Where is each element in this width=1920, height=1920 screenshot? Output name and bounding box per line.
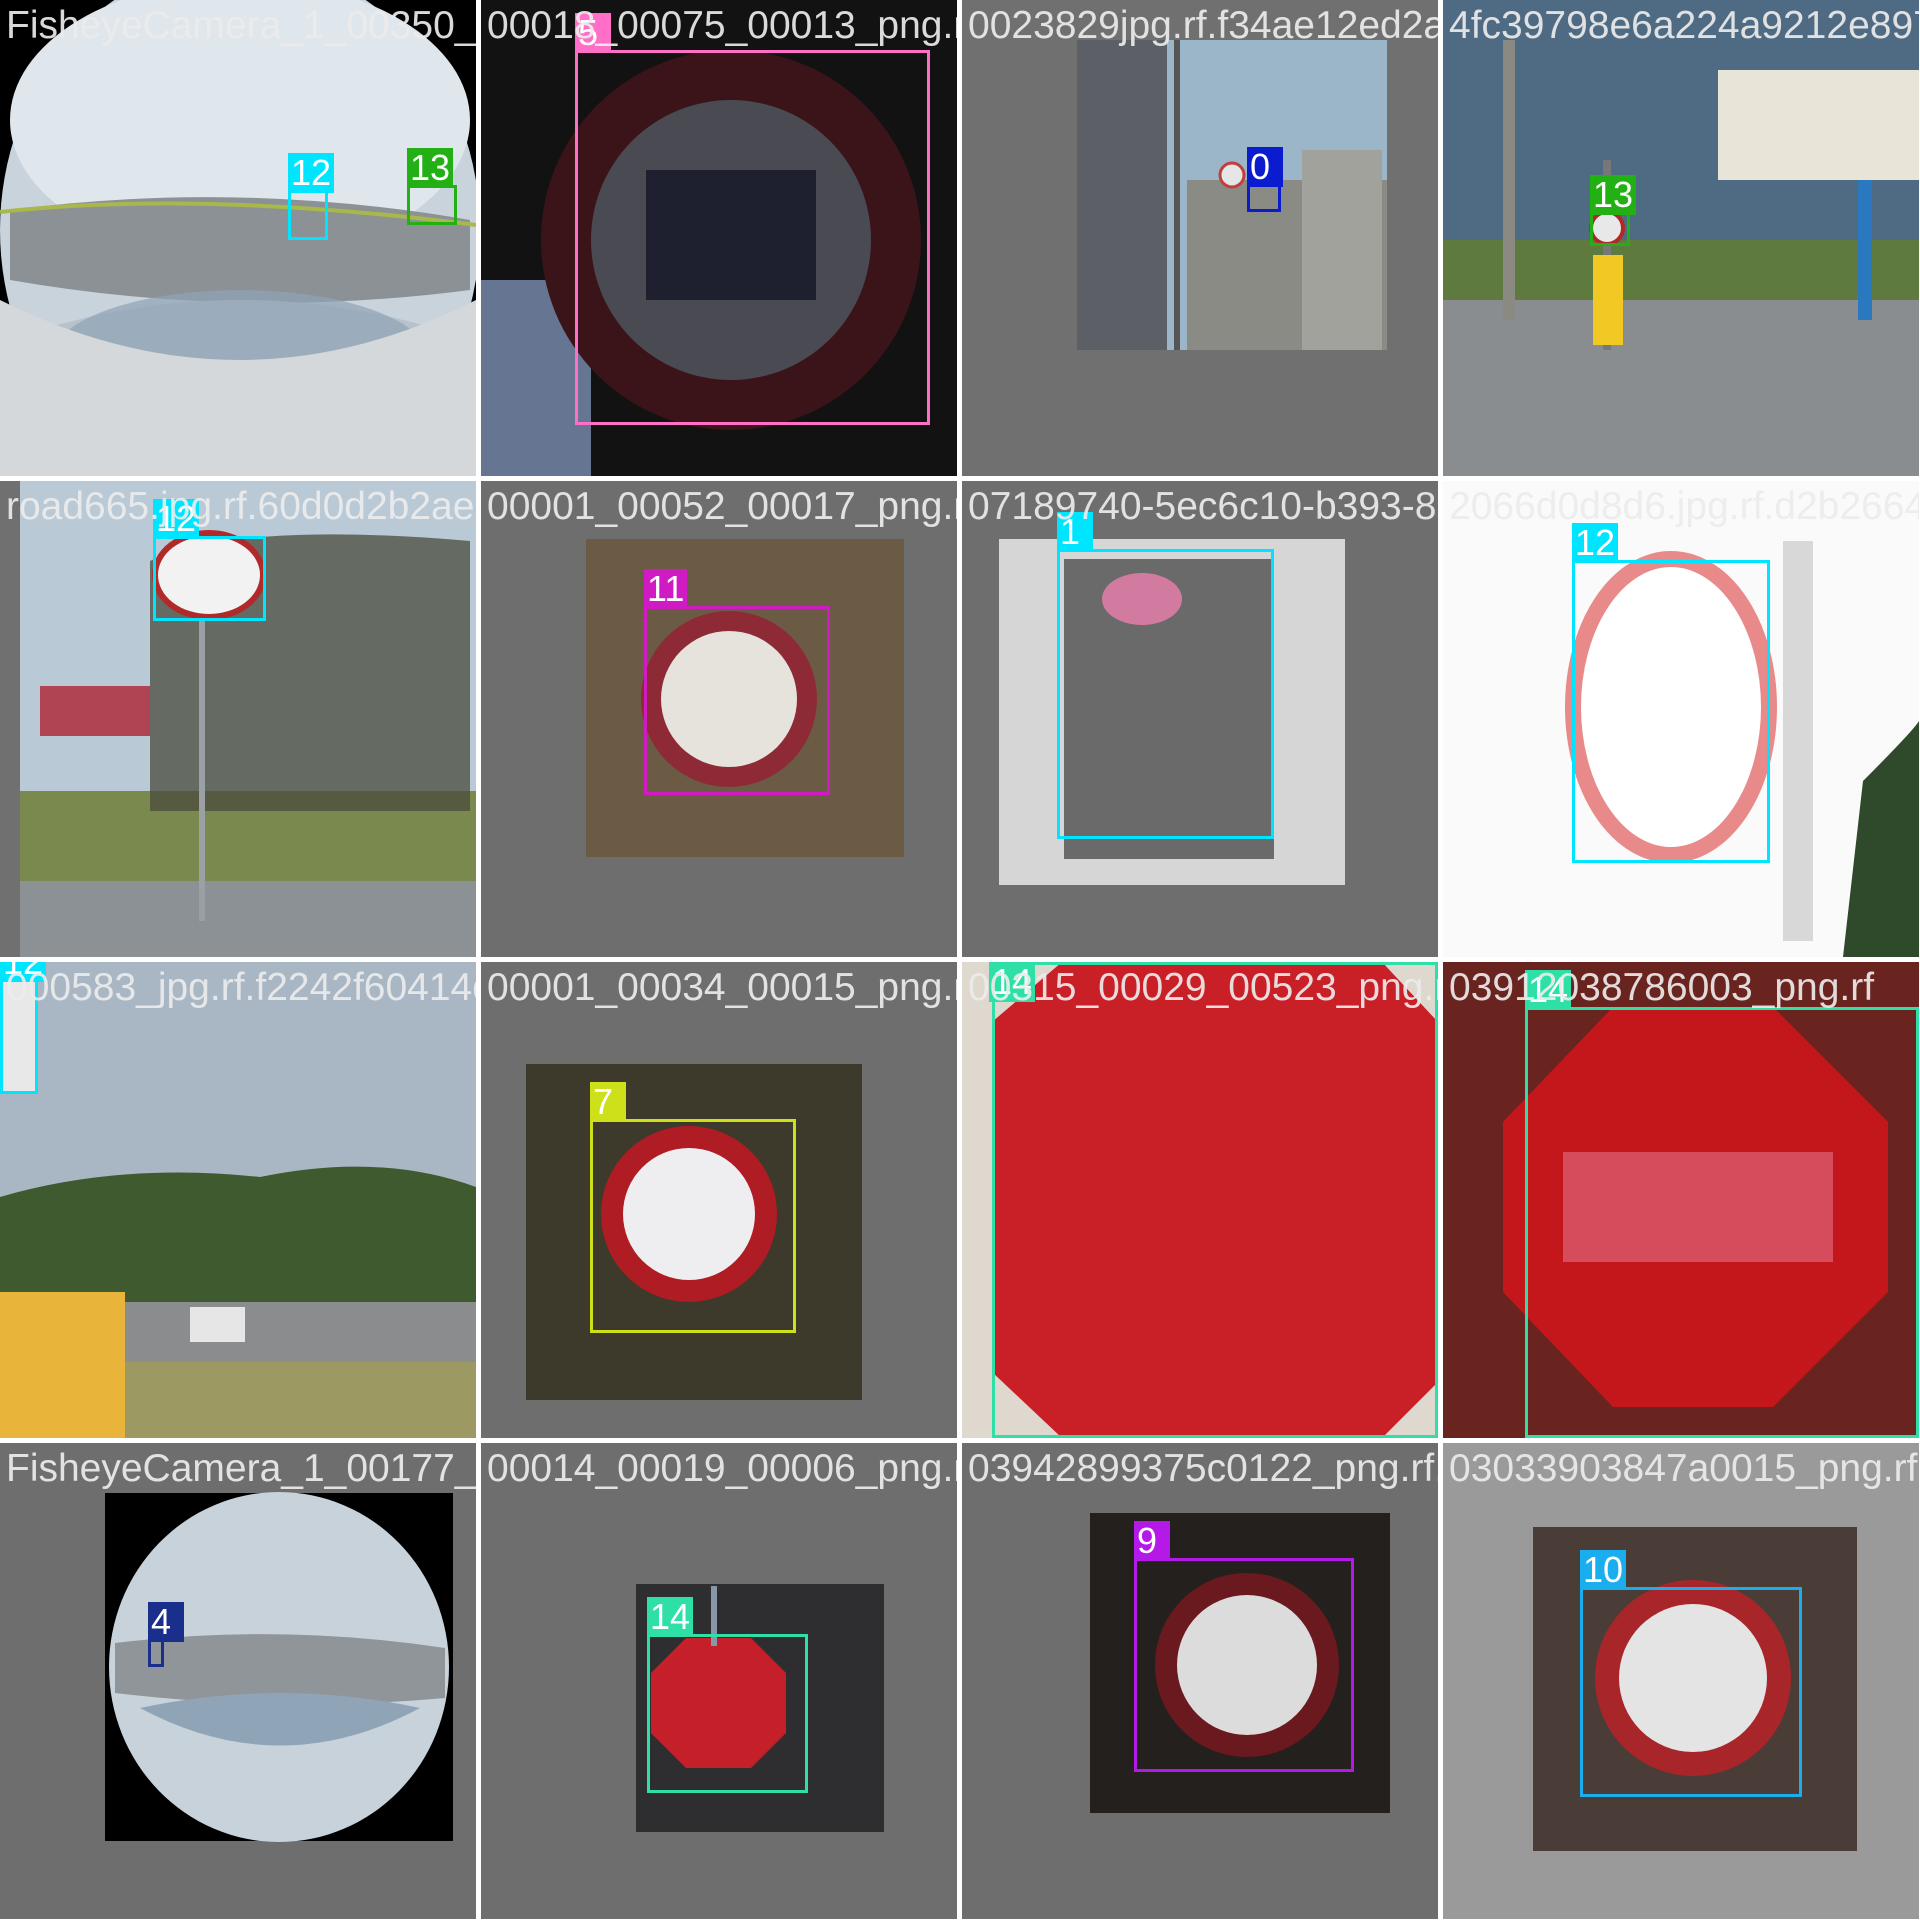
bbox-label: 9 [1134,1521,1170,1561]
tile-3-2: 9 03942899375c0122_png.rf.03033903847a00… [962,1443,1438,1919]
bbox: 5 [575,13,930,425]
bbox-label: 11 [644,569,688,609]
tile-2-2: 14 00315_00029_00523_png.rf.039120387860… [962,962,1438,1438]
bbox: 10 [1580,1550,1802,1797]
bbox-label: 5 [575,13,611,53]
bbox-label: 1 [1057,512,1093,552]
bbox: 13 [407,148,457,225]
tile-2-1: 7 00001_00034_00015_png.rf.0031500029a05… [481,962,957,1438]
bbox-label: 12 [0,962,47,982]
fisheye-scene [0,0,476,476]
tile-1-0: 12 road665.jpg.rf.60d0d2b2ae090 [0,481,476,957]
detection-grid: 12 13 FisheyeCamera_1_00350_png.rf.83200… [0,0,1920,1920]
bbox: 7 [590,1082,796,1333]
tile-3-0: 4 FisheyeCamera_1_00177_png.rf.c0098bb70… [0,1443,476,1919]
bbox-label: 12 [288,153,335,193]
landscape-scene [0,962,476,1438]
bbox-label: 13 [1590,175,1637,215]
bbox: 4 [148,1602,184,1667]
street-scene [962,0,1438,476]
bbox: 14 [1525,970,1919,1438]
tile-0-1: 5 00018_00075_00013_png.rf.0023829jpg.rf… [481,0,957,476]
bbox: 11 [644,569,830,795]
tile-1-3: 12 2066d0d8d6.jpg.rf.d2b26649 [1443,481,1919,957]
bbox [992,962,1438,1438]
bbox: 12 [0,962,47,1094]
tile-3-3: 10 03033903847a0015_png.rf [1443,1443,1919,1919]
bbox: 9 [1134,1521,1354,1772]
bbox-label: 10 [1580,1550,1627,1590]
bbox-label: 14 [989,962,1036,1002]
tile-2-0: 12 000583_jpg.rf.f2242f60414d4059d007d1b… [0,962,476,1438]
tile-0-2: 0 0023829jpg.rf.f34ae12ed2ac4fc39798e6a2… [962,0,1438,476]
bbox: 12 [1572,523,1770,863]
tile-3-1: 14 00014_00019_00006_png.rf.03942899375c… [481,1443,957,1919]
bbox-label: 13 [407,148,454,188]
fisheye-small-scene [105,1492,453,1842]
bbox-label: 12 [1572,523,1619,563]
bbox-label: 14 [647,1597,694,1637]
bbox-label: 0 [1247,147,1283,187]
tile-2-3: 14 03912038786003_png.rf [1443,962,1919,1438]
bbox: 13 [1590,175,1637,246]
bbox: 14 [647,1597,808,1793]
bbox: 1 [1057,512,1274,839]
tile-1-2: 1 07189740-5ec6c10-b393-82066d0d8d6.jpg.… [962,481,1438,957]
bbox-label: 4 [148,1602,184,1642]
billboard-scene [1443,0,1919,476]
tile-1-1: 11 00001_00052_00017_png.rf.07189740-5ec [481,481,957,957]
tile-0-3: 13 4fc39798e6a224a9212e897 [1443,0,1919,476]
bbox: 0 [1247,147,1283,212]
bbox: 12 [288,153,335,240]
bbox-label: 7 [590,1082,626,1122]
bbox-label: 14 [1525,970,1572,1010]
tile-0-0: 12 13 FisheyeCamera_1_00350_png.rf.83200… [0,0,476,476]
bbox-label: 12 [153,499,200,539]
bbox: 12 [153,499,266,621]
